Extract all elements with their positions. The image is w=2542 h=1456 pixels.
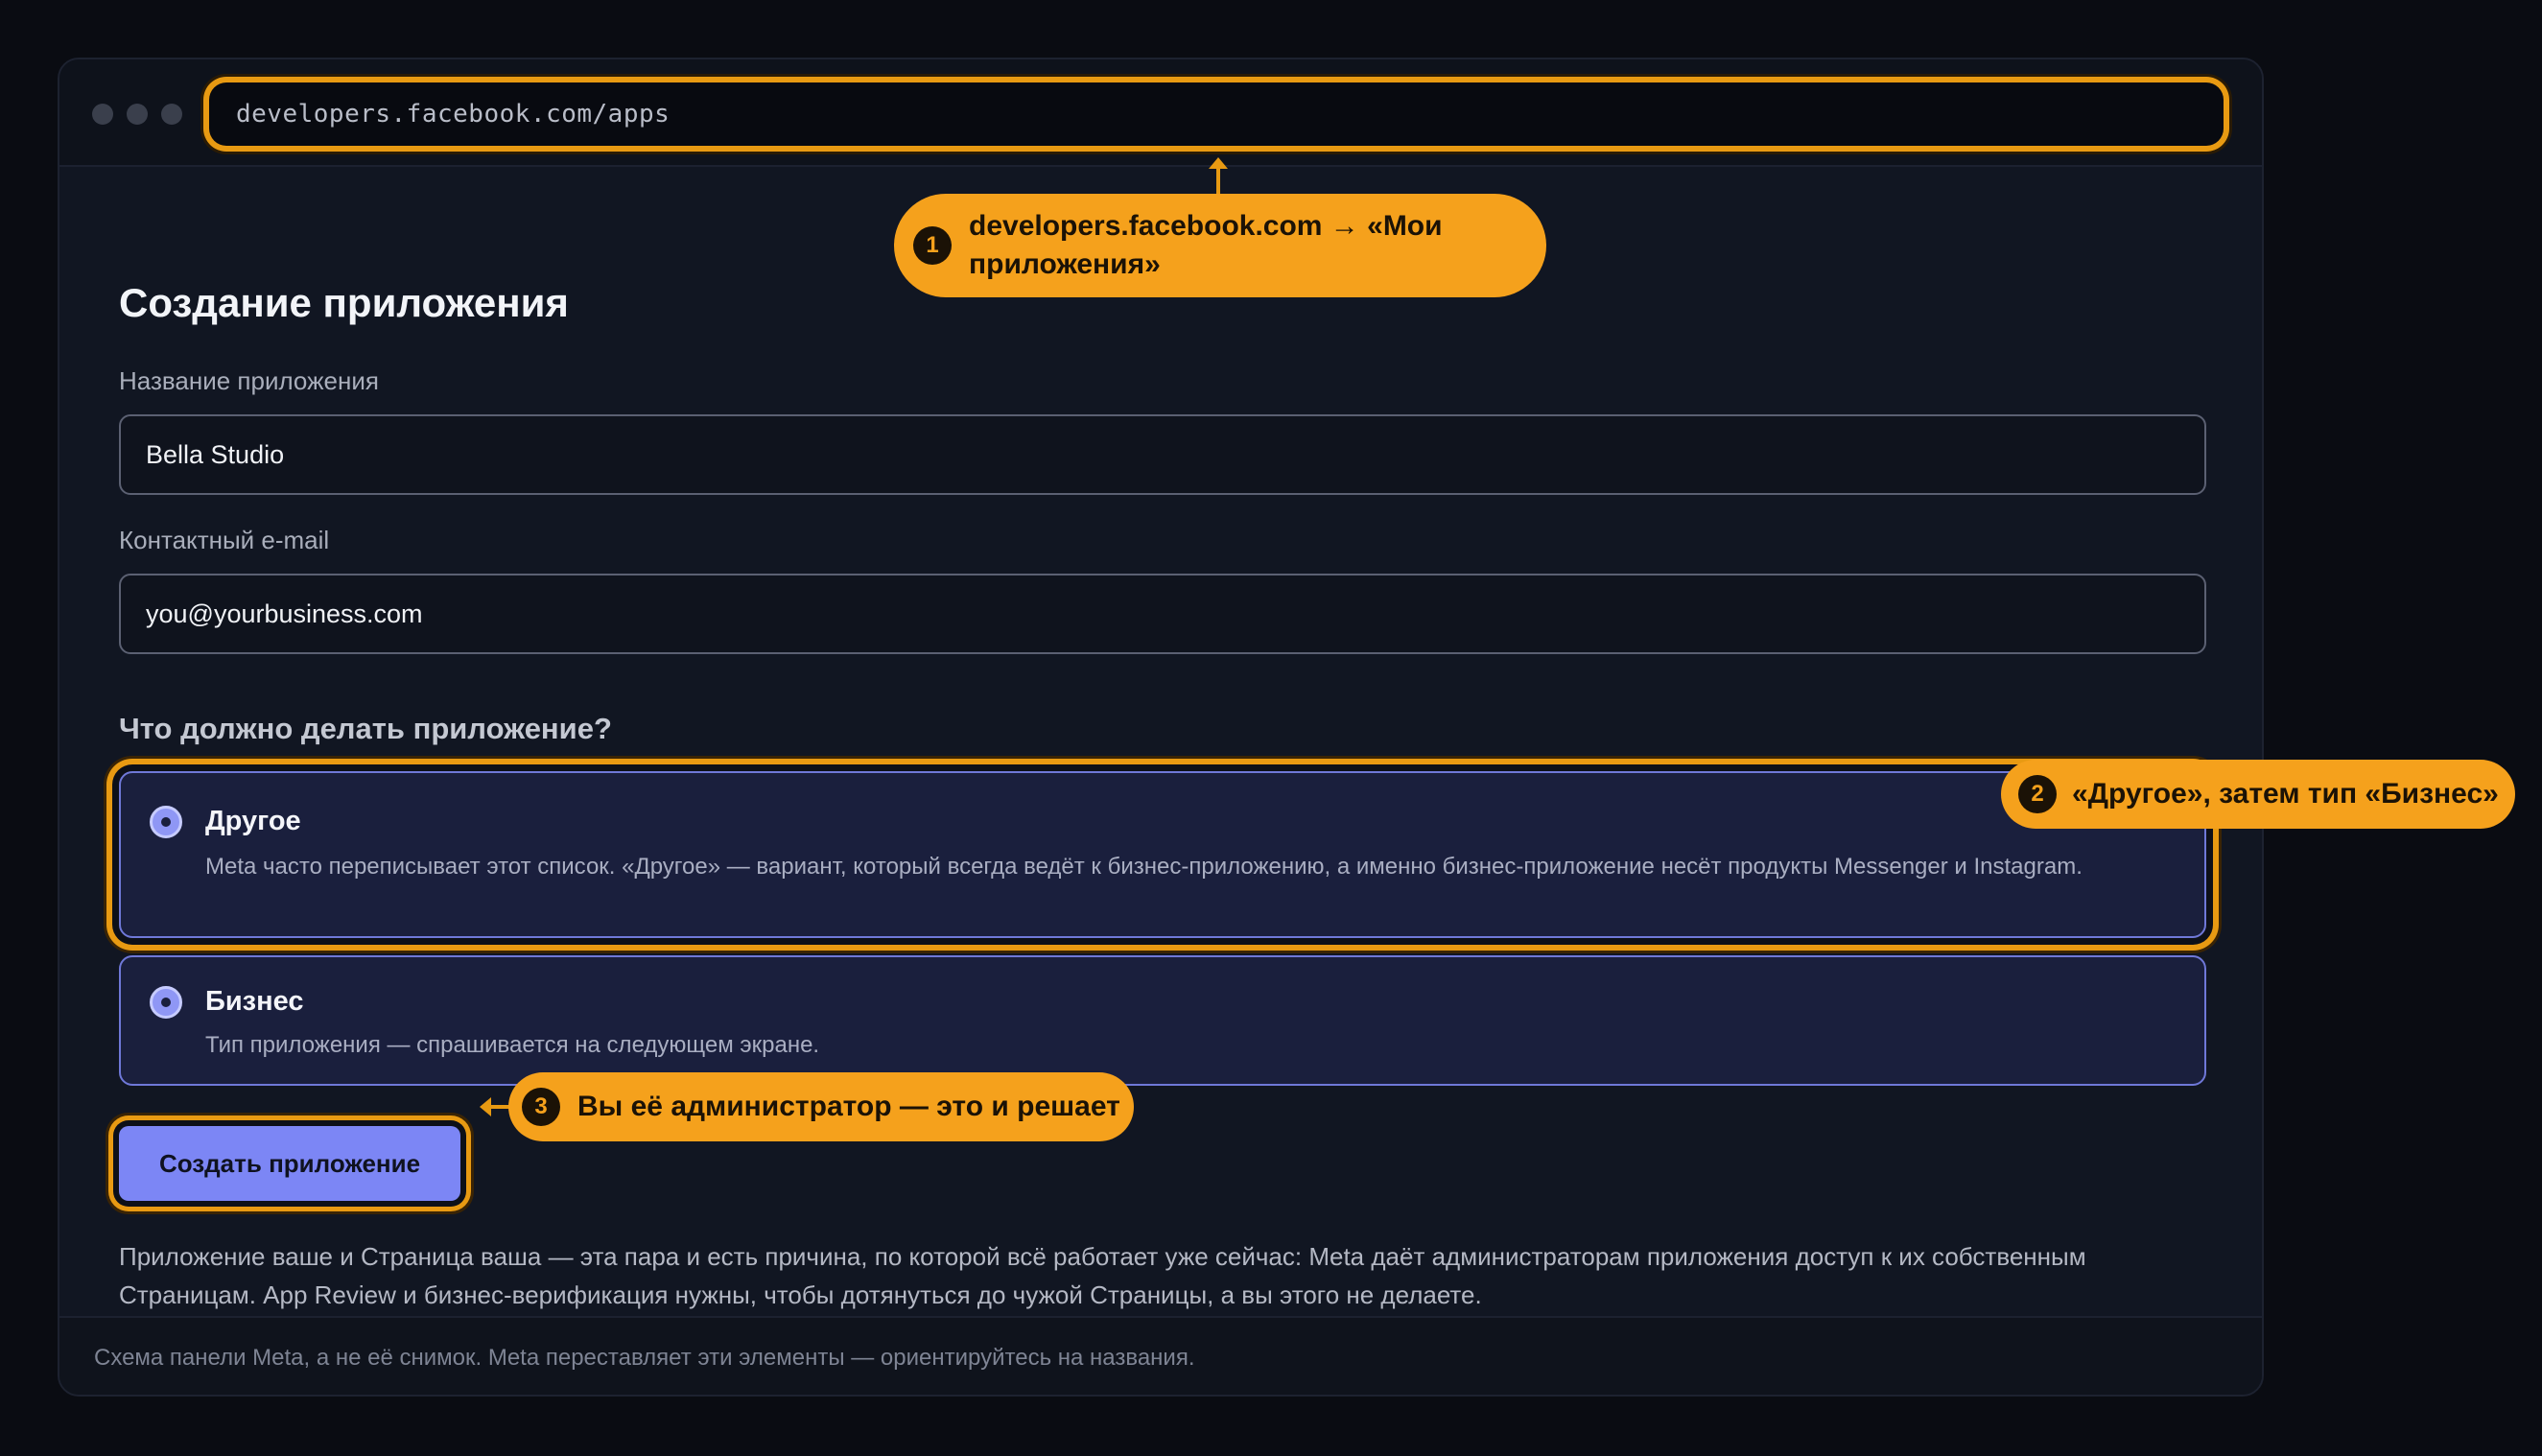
option-other-description: Meta часто переписывает этот список. «Др…: [205, 854, 2083, 880]
arrow-up-icon: [1209, 157, 1228, 194]
url-text: developers.facebook.com/apps: [236, 100, 671, 129]
browser-titlebar: developers.facebook.com/apps: [59, 59, 2262, 167]
app-name-label: Название приложения: [119, 366, 379, 395]
radio-selected-icon[interactable]: [150, 986, 182, 1019]
email-field[interactable]: you@yourbusiness.com: [119, 574, 2206, 654]
radio-selected-icon[interactable]: [150, 806, 182, 838]
create-app-button[interactable]: Создать приложение: [119, 1126, 460, 1201]
option-other[interactable]: Другое Meta часто переписывает этот спис…: [119, 771, 2206, 938]
callout-2-text: «Другое», затем тип «Бизнес»: [2072, 778, 2499, 810]
option-other-title: Другое: [205, 806, 301, 836]
option-business-title: Бизнес: [205, 986, 304, 1017]
option-business[interactable]: Бизнес Тип приложения — спрашивается на …: [119, 955, 2206, 1086]
disclaimer-footer: Схема панели Meta, а не её снимок. Meta …: [59, 1316, 2262, 1395]
callout-3-number: 3: [522, 1088, 560, 1126]
callout-1: 1 developers.facebook.com → «Мои приложе…: [894, 194, 1546, 297]
close-dot-icon[interactable]: [92, 104, 113, 125]
callout-3-text: Вы её администратор — это и решает: [577, 1091, 1120, 1122]
minimize-dot-icon[interactable]: [127, 104, 148, 125]
callout-1-number: 1: [913, 226, 952, 265]
page-title: Создание приложения: [119, 280, 569, 325]
callout-2-number: 2: [2018, 775, 2057, 813]
explanation-note: Приложение ваше и Страница ваша — эта па…: [119, 1242, 2086, 1309]
callout-1-text: developers.facebook.com → «Мои приложени…: [969, 210, 1443, 280]
app-purpose-question: Что должно делать приложение?: [119, 712, 612, 745]
disclaimer-text: Схема панели Meta, а не её снимок. Meta …: [94, 1345, 1195, 1371]
callout-2: 2 «Другое», затем тип «Бизнес»: [2001, 760, 2515, 829]
email-label: Контактный e-mail: [119, 526, 330, 554]
arrow-left-icon: [480, 1097, 510, 1116]
app-name-value: Bella Studio: [146, 439, 285, 469]
option-business-description: Тип приложения — спрашивается на следующ…: [205, 1032, 820, 1058]
email-value: you@yourbusiness.com: [146, 599, 423, 628]
maximize-dot-icon[interactable]: [161, 104, 182, 125]
callout-3: 3 Вы её администратор — это и решает: [508, 1072, 1134, 1141]
app-name-input[interactable]: Bella Studio: [119, 414, 2206, 495]
address-bar[interactable]: developers.facebook.com/apps: [209, 82, 2224, 146]
